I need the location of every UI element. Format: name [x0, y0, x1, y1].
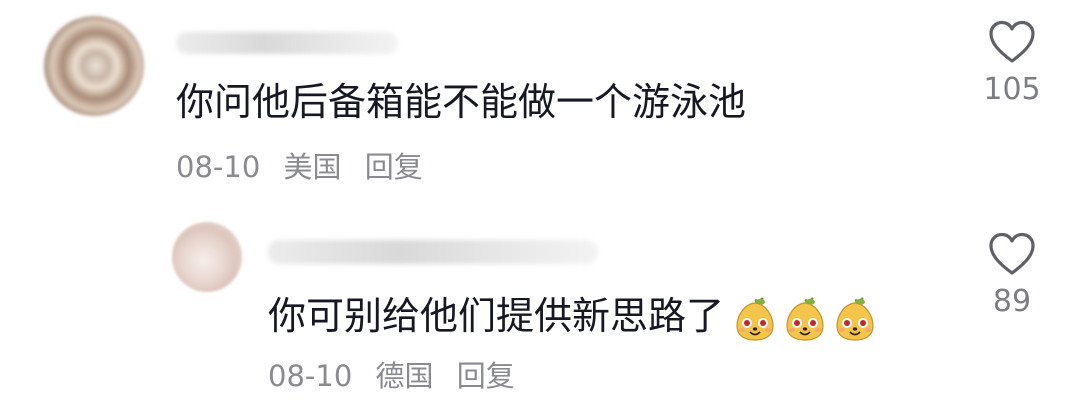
comment-date: 08-10	[268, 359, 353, 393]
reply-text-line: 你可别给他们提供新思路了	[268, 292, 878, 342]
like-count: 89	[992, 284, 1032, 319]
like-button[interactable]: 89	[972, 232, 1052, 320]
like-button[interactable]: 105	[972, 20, 1052, 108]
emoji-group	[728, 296, 878, 342]
heart-icon	[989, 232, 1035, 275]
comment-date: 08-10	[176, 150, 261, 184]
reply-text: 你可别给他们提供新思路了	[268, 294, 725, 338]
comment-item: 你问他后备箱能不能做一个游泳池 08-10 美国 回复 105	[0, 0, 1080, 200]
like-count: 105	[983, 72, 1041, 107]
comment-meta: 08-10 德国 回复	[268, 358, 529, 394]
laughing-pear-emoji-icon	[786, 296, 824, 341]
avatar[interactable]	[172, 222, 242, 292]
avatar[interactable]	[44, 16, 144, 116]
comment-meta: 08-10 美国 回复	[176, 149, 437, 185]
reply-button[interactable]: 回复	[365, 150, 423, 184]
laughing-pear-emoji-icon	[736, 296, 774, 341]
heart-icon	[989, 20, 1035, 63]
comment-text: 你问他后备箱能不能做一个游泳池	[176, 80, 747, 124]
laughing-pear-emoji-icon	[836, 296, 874, 341]
username-blurred[interactable]	[176, 32, 398, 54]
comment-location: 德国	[375, 359, 434, 393]
comment-location: 美国	[283, 150, 342, 184]
username-blurred[interactable]	[268, 240, 598, 264]
reply-item: 你可别给他们提供新思路了 08-10 德国 回复 89	[0, 200, 1080, 416]
reply-button[interactable]: 回复	[457, 359, 515, 393]
